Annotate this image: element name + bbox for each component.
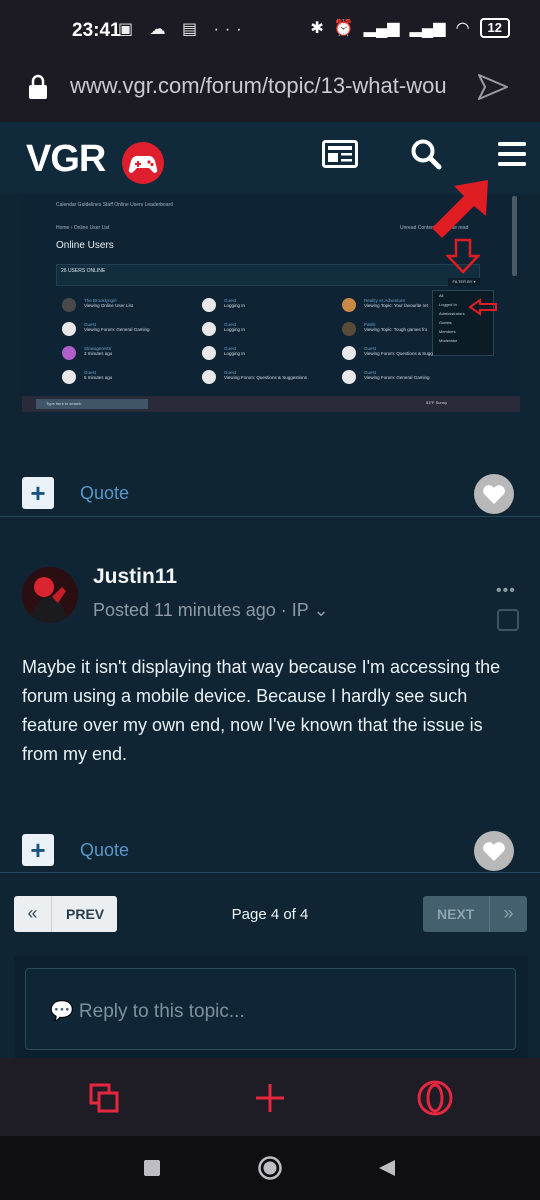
- news-icon[interactable]: [322, 140, 358, 168]
- embed-title: Online Users: [56, 240, 114, 251]
- bluetooth-icon: ✱: [310, 20, 324, 37]
- multiquote-button[interactable]: +: [22, 477, 54, 509]
- recents-icon[interactable]: [143, 1159, 161, 1177]
- embed-user: Guest Logging In: [224, 346, 246, 356]
- annotation-arrow-icon: [432, 180, 488, 238]
- embed-avatar: [342, 370, 356, 384]
- embed-user: Guest Viewing Forum: General Gaming: [364, 370, 430, 380]
- hamburger-menu-icon[interactable]: [497, 140, 527, 168]
- embed-user: The Brooklyngirl Viewing Online User List: [84, 298, 133, 308]
- quote-link[interactable]: Quote: [80, 483, 129, 504]
- embed-user: Guest Logging In: [224, 298, 246, 308]
- logo-gamepad-icon: [122, 142, 164, 184]
- wifi-icon: ◠: [455, 20, 470, 37]
- send-icon[interactable]: [476, 72, 510, 102]
- embed-avatar: [202, 346, 216, 360]
- heart-icon: [483, 842, 505, 861]
- embed-taskbar-search: Type here to search: [36, 399, 148, 409]
- status-bar: 23:41 ▣ ☁ ▤ ··· ✱ ⏰ ▂▄▆ ▂▄▆ ◠ 12: [0, 0, 540, 60]
- reply-placeholder: 💬 Reply to this topic...: [50, 1001, 245, 1022]
- next-page-button[interactable]: NEXT »: [423, 896, 527, 932]
- embed-filter-option: Members: [439, 329, 456, 334]
- embed-user: Patrik Viewing Topic: Tough games fro: [364, 322, 428, 332]
- embed-users-box: 26 USERS ONLINE: [56, 264, 480, 286]
- post-author[interactable]: Justin11: [93, 565, 177, 589]
- battery-indicator: 12: [479, 18, 510, 38]
- embed-avatar: [342, 346, 356, 360]
- embed-user: Guest 5 minutes ago: [84, 370, 113, 380]
- system-nav-bar: [0, 1136, 540, 1200]
- back-icon[interactable]: [377, 1158, 397, 1178]
- signal-icon-2: ▂▄▆: [409, 20, 446, 37]
- reply-input[interactable]: 💬 Reply to this topic...: [25, 968, 516, 1050]
- opera-menu-icon[interactable]: [416, 1079, 454, 1117]
- embed-nav: Calendar Guidelines Staff Online Users L…: [56, 202, 173, 208]
- post-divider-2: [0, 872, 540, 873]
- embed-user: Reality vs Adventure Viewing Topic: Your …: [364, 298, 428, 308]
- browser-bottom-bar: [0, 1058, 540, 1136]
- lock-icon: [29, 74, 47, 99]
- embed-avatar: [202, 322, 216, 336]
- double-chevron-right-icon: »: [489, 896, 527, 932]
- new-tab-plus-icon[interactable]: [254, 1082, 286, 1114]
- post-timestamp[interactable]: Posted 11 minutes ago · IP ⌄: [93, 600, 329, 621]
- embed-avatar: [342, 322, 356, 336]
- embed-filter-button: FILTER BY ▾: [448, 278, 480, 286]
- embed-avatar: [202, 298, 216, 312]
- avatar[interactable]: [22, 567, 78, 623]
- embed-avatar: [62, 346, 76, 360]
- signal-icon: ▂▄▆: [363, 20, 400, 37]
- multiquote-button-2[interactable]: +: [22, 834, 54, 866]
- embed-avatar: [202, 370, 216, 384]
- embed-breadcrumb: Home › Online User List: [56, 225, 110, 231]
- embed-scrollbar: [512, 196, 517, 276]
- embed-user: Guest Viewing Forum: Questions & Suggesti…: [224, 370, 307, 380]
- home-icon[interactable]: [257, 1155, 283, 1181]
- embed-filter-option: Moderator: [439, 338, 458, 343]
- embed-avatar: [62, 370, 76, 384]
- embed-user: Guest Logging In: [224, 322, 246, 332]
- post-body: Maybe it isn't displaying that way becau…: [22, 657, 501, 764]
- embed-user: Guest Viewing Forum: Questions & Sugg: [364, 346, 433, 356]
- embed-user: Guest Viewing Forum: General Gaming: [84, 322, 150, 332]
- embed-avatar: [62, 298, 76, 312]
- clock: 23:41: [72, 20, 121, 41]
- embed-users-online: 26 USERS ONLINE: [61, 268, 106, 274]
- like-button-2[interactable]: [474, 831, 514, 871]
- post-divider: [0, 516, 540, 517]
- site-logo[interactable]: VGR: [26, 138, 106, 181]
- embed-filter-option: Guests: [439, 320, 452, 325]
- embed-user: StewageretOr 3 minutes ago: [84, 346, 113, 356]
- embed-avatar: [62, 322, 76, 336]
- notification-icons: ▣ ☁ ▤ ···: [118, 21, 248, 38]
- tabs-icon[interactable]: [88, 1082, 120, 1114]
- next-label: NEXT: [437, 906, 475, 922]
- embed-avatar: [342, 298, 356, 312]
- browser-url-bar: www.vgr.com/forum/topic/13-what-wou: [0, 60, 540, 122]
- url-text[interactable]: www.vgr.com/forum/topic/13-what-wou: [70, 73, 462, 99]
- heart-icon: [483, 485, 505, 504]
- system-icons: ✱ ⏰ ▂▄▆ ▂▄▆ ◠ 12: [310, 18, 510, 38]
- search-icon[interactable]: [410, 138, 442, 170]
- like-button[interactable]: [474, 474, 514, 514]
- annotation-left-arrow-icon: [468, 298, 497, 316]
- embed-weather: 53°F Sunny: [426, 400, 447, 405]
- quote-link-2[interactable]: Quote: [80, 840, 129, 861]
- alarm-icon: ⏰: [333, 20, 354, 37]
- more-options-icon[interactable]: •••: [496, 582, 516, 600]
- moderation-checkbox[interactable]: [497, 609, 519, 631]
